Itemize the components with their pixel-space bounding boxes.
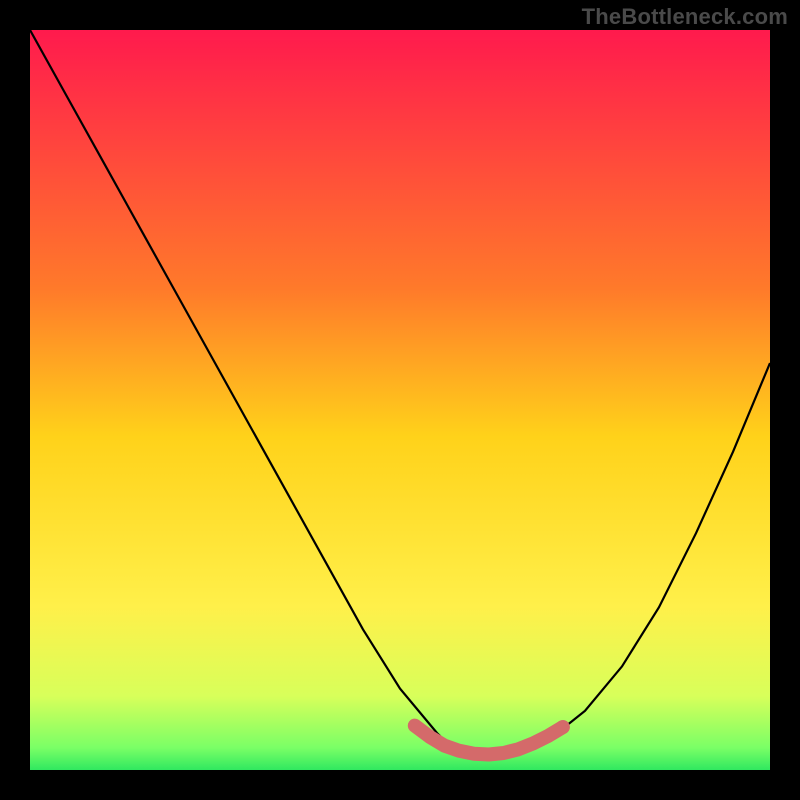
- chart-frame: TheBottleneck.com: [0, 0, 800, 800]
- watermark-text: TheBottleneck.com: [582, 4, 788, 30]
- highlight-end-dot: [556, 720, 570, 734]
- bottleneck-chart: [0, 0, 800, 800]
- gradient-background: [30, 30, 770, 770]
